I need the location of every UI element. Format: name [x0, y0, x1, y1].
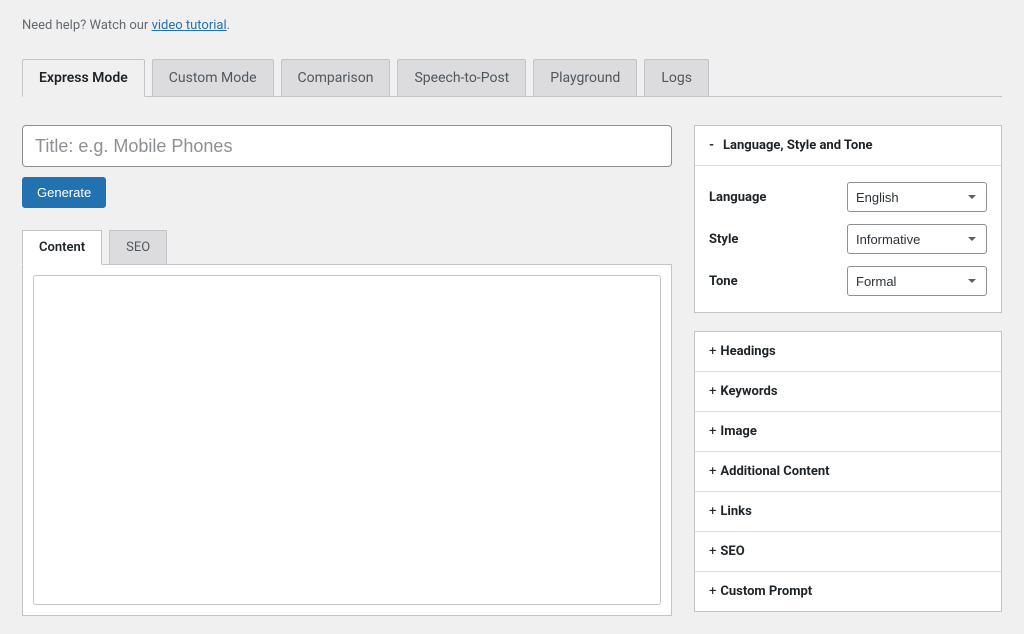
style-select[interactable]: Informative [847, 224, 987, 254]
title-input[interactable] [22, 125, 672, 167]
help-prefix: Need help? Watch our [22, 18, 152, 33]
field-language: Language English [709, 182, 987, 212]
panel-header-language-style-tone[interactable]: - Language, Style and Tone [695, 126, 1001, 166]
panel-image[interactable]: +Image [695, 412, 1001, 452]
main-tabs: Express Mode Custom Mode Comparison Spee… [22, 59, 1002, 97]
panel-headings[interactable]: +Headings [695, 332, 1001, 372]
video-tutorial-link[interactable]: video tutorial [152, 18, 227, 33]
language-select[interactable]: English [847, 182, 987, 212]
left-column: Generate Content SEO [22, 125, 672, 616]
tab-playground[interactable]: Playground [533, 59, 637, 96]
help-text: Need help? Watch our video tutorial. [22, 18, 1002, 33]
plus-icon: + [709, 424, 716, 439]
field-style: Style Informative [709, 224, 987, 254]
tone-select[interactable]: Formal [847, 266, 987, 296]
plus-icon: + [709, 344, 716, 359]
panel-language-style-tone: - Language, Style and Tone Language Engl… [694, 125, 1002, 313]
panel-links[interactable]: +Links [695, 492, 1001, 532]
content-editor[interactable] [33, 275, 661, 605]
generate-button[interactable]: Generate [22, 177, 106, 208]
panel-seo[interactable]: +SEO [695, 532, 1001, 572]
plus-icon: + [709, 504, 716, 519]
plus-icon: + [709, 544, 716, 559]
content-tabs: Content SEO [22, 230, 672, 265]
plus-icon: + [709, 584, 716, 599]
collapsed-panels: +Headings +Keywords +Image +Additional C… [694, 331, 1002, 612]
panel-body: Language English Style Informative Tone … [695, 166, 1001, 312]
main-layout: Generate Content SEO - Language, Style a… [22, 125, 1002, 616]
tab-content[interactable]: Content [22, 230, 102, 265]
tab-custom-mode[interactable]: Custom Mode [152, 59, 274, 96]
help-suffix: . [227, 18, 230, 33]
panel-title: Language, Style and Tone [723, 138, 873, 153]
right-column: - Language, Style and Tone Language Engl… [694, 125, 1002, 612]
tab-speech-to-post[interactable]: Speech-to-Post [397, 59, 526, 96]
panel-custom-prompt[interactable]: +Custom Prompt [695, 572, 1001, 611]
panel-keywords[interactable]: +Keywords [695, 372, 1001, 412]
tab-comparison[interactable]: Comparison [281, 59, 391, 96]
content-box [22, 265, 672, 616]
tone-label: Tone [709, 274, 738, 289]
tab-logs[interactable]: Logs [644, 59, 709, 96]
field-tone: Tone Formal [709, 266, 987, 296]
tab-seo[interactable]: SEO [109, 230, 167, 264]
plus-icon: + [709, 464, 716, 479]
minus-icon: - [709, 138, 719, 153]
style-label: Style [709, 232, 738, 247]
tab-express-mode[interactable]: Express Mode [22, 59, 145, 97]
panel-additional-content[interactable]: +Additional Content [695, 452, 1001, 492]
plus-icon: + [709, 384, 716, 399]
language-label: Language [709, 190, 766, 205]
